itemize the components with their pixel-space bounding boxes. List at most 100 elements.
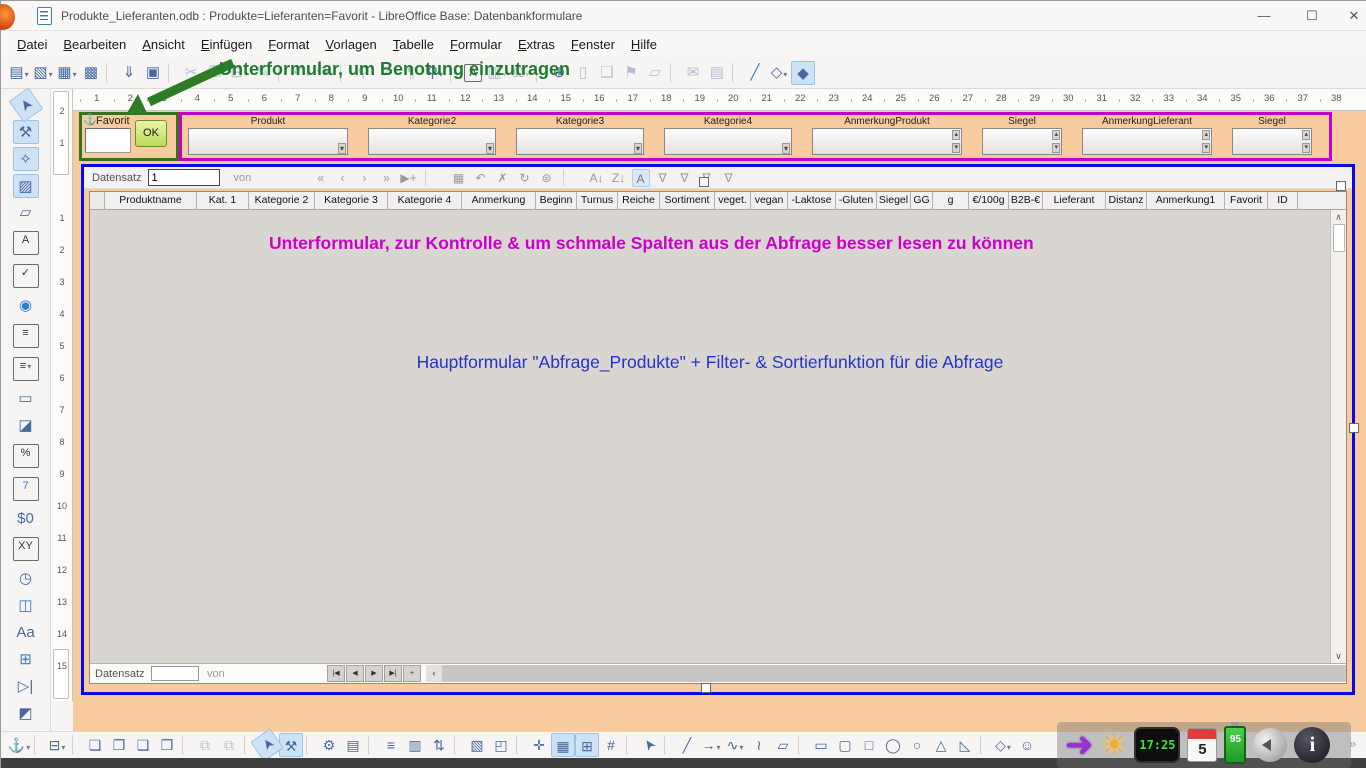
menu-item[interactable]: Einfügen	[193, 34, 260, 55]
column-header[interactable]: Kategorie 4	[388, 192, 462, 209]
scroll-down-icon[interactable]: ∨	[1335, 649, 1342, 663]
column-header[interactable]: Produktname	[105, 192, 197, 209]
time-field-icon[interactable]: ◷	[13, 567, 39, 591]
refresh-control-icon[interactable]: ⊜	[538, 169, 556, 187]
label-field-icon[interactable]: ▱	[13, 201, 39, 225]
selection-handle[interactable]	[699, 177, 709, 187]
separator[interactable]	[563, 169, 581, 187]
prev-record-icon[interactable]: ‹	[334, 169, 352, 187]
separator[interactable]	[664, 735, 672, 755]
cut-icon[interactable]: ✂	[179, 61, 203, 85]
group-icon[interactable]: ⧉	[193, 733, 217, 757]
bring-to-front-icon[interactable]: ❏	[83, 733, 107, 757]
separator[interactable]	[670, 63, 678, 83]
basic-shapes-icon[interactable]: ◇	[991, 733, 1015, 757]
subform-field-input[interactable]	[516, 128, 644, 155]
reset-filter-icon[interactable]: ∇	[720, 169, 738, 187]
separator[interactable]	[306, 735, 314, 755]
display-grid-icon[interactable]: ▦	[551, 733, 575, 757]
digital-clock-gadget[interactable]: 17:25	[1134, 727, 1180, 763]
subform-field-input[interactable]	[982, 128, 1062, 155]
push-button-icon[interactable]: ▭	[13, 387, 39, 411]
vertical-scrollbar[interactable]: ∧ ∨	[1330, 210, 1346, 663]
refresh-icon[interactable]: ↻	[516, 169, 534, 187]
navigation-bar-icon[interactable]: ▷|	[13, 675, 39, 699]
menu-item[interactable]: Formular	[442, 34, 510, 55]
table-control-icon[interactable]: ⊞	[13, 648, 39, 672]
new-record-icon[interactable]: ▶+	[400, 169, 418, 187]
ungroup-icon[interactable]: ⧉	[217, 733, 241, 757]
column-header[interactable]: ID	[1268, 192, 1298, 209]
font-icon[interactable]: Aa	[13, 621, 39, 645]
save-icon[interactable]: ▦	[55, 61, 79, 85]
column-header[interactable]: Siegel	[877, 192, 911, 209]
table-body[interactable]: Hauptformular "Abfrage_Produkte" + Filte…	[90, 210, 1330, 663]
footer-icon[interactable]: ❑	[595, 61, 619, 85]
separator[interactable]	[980, 735, 988, 755]
scrollbar-thumb[interactable]	[1333, 224, 1345, 252]
polygon-icon[interactable]: ▱	[771, 733, 795, 757]
separator[interactable]	[732, 63, 740, 83]
check-box-icon[interactable]: ✓	[13, 264, 39, 288]
design-mode-icon[interactable]: ⚒	[13, 120, 39, 144]
helplines-icon[interactable]: #	[599, 733, 623, 757]
select-arrow-icon[interactable]: ➤	[632, 728, 665, 761]
selection-handle[interactable]	[701, 683, 711, 693]
flag-icon[interactable]: ⚑	[619, 61, 643, 85]
draw-functions-icon[interactable]: ◆	[791, 61, 815, 85]
image-button-icon[interactable]: ◪	[13, 414, 39, 438]
connector-icon[interactable]: ≀	[747, 733, 771, 757]
rectangle-icon[interactable]: ▭	[809, 733, 833, 757]
circle-icon[interactable]: ○	[905, 733, 929, 757]
combo-box-icon[interactable]: ≡	[13, 357, 39, 381]
next-record-icon[interactable]: ›	[356, 169, 374, 187]
separator[interactable]	[182, 735, 190, 755]
column-header[interactable]: veget.	[715, 192, 751, 209]
selection-handle[interactable]	[1336, 181, 1346, 191]
column-header[interactable]: €/100g	[969, 192, 1009, 209]
filter-icon[interactable]: ∇	[654, 169, 672, 187]
currency-field-icon[interactable]: $0	[13, 507, 39, 531]
menu-item[interactable]: Vorlagen	[317, 34, 384, 55]
image-control-icon[interactable]: ◩	[13, 702, 39, 726]
menu-item[interactable]: Bearbeiten	[55, 34, 134, 55]
add-field-icon[interactable]: ▥	[403, 733, 427, 757]
favorit-input[interactable]	[85, 128, 131, 153]
subform-field-input[interactable]	[368, 128, 496, 155]
separator[interactable]	[168, 63, 176, 83]
anchor-icon[interactable]: ⚓	[7, 733, 31, 757]
selection-handle[interactable]	[1349, 423, 1359, 433]
apply-filter-icon[interactable]: ∇	[676, 169, 694, 187]
sun-burst-icon[interactable]: ☀	[1101, 728, 1128, 763]
subform-field-input[interactable]	[1232, 128, 1312, 155]
line-icon[interactable]: ╱	[675, 733, 699, 757]
column-header[interactable]: -Gluten	[836, 192, 877, 209]
column-header[interactable]: Sortiment	[660, 192, 715, 209]
separator[interactable]	[244, 735, 252, 755]
column-header[interactable]: Anmerkung	[462, 192, 536, 209]
subform-field-input[interactable]	[188, 128, 348, 155]
form-properties-icon[interactable]: ▤	[341, 733, 365, 757]
column-header[interactable]: -Laktose	[788, 192, 836, 209]
form-navigator-icon[interactable]: ≡	[379, 733, 403, 757]
sort-ascending-icon[interactable]: A↓	[588, 169, 606, 187]
column-header[interactable]: vegan	[751, 192, 788, 209]
column-header[interactable]: GG	[911, 192, 933, 209]
calendar-gadget[interactable]: 5	[1187, 728, 1217, 762]
separator[interactable]	[72, 735, 80, 755]
wizards-toggle-icon[interactable]: ✧	[13, 147, 39, 171]
subform-field-input[interactable]	[812, 128, 962, 155]
maximize-button[interactable]: ☐	[1289, 1, 1335, 31]
first-record-icon[interactable]: «	[312, 169, 330, 187]
menu-item[interactable]: Ansicht	[134, 34, 193, 55]
page-style-icon[interactable]: ▱	[643, 61, 667, 85]
next-record-button[interactable]: ▶	[365, 665, 383, 682]
line-icon[interactable]: ╱	[743, 61, 767, 85]
arrow-icon[interactable]: →	[699, 733, 723, 757]
menu-item[interactable]: Hilfe	[623, 34, 665, 55]
last-record-icon[interactable]: »	[378, 169, 396, 187]
column-header[interactable]: Beginn	[536, 192, 577, 209]
list-box-icon[interactable]: ≡	[13, 324, 39, 348]
align-objects-icon[interactable]: ⊟	[45, 733, 69, 757]
separator[interactable]	[798, 735, 806, 755]
